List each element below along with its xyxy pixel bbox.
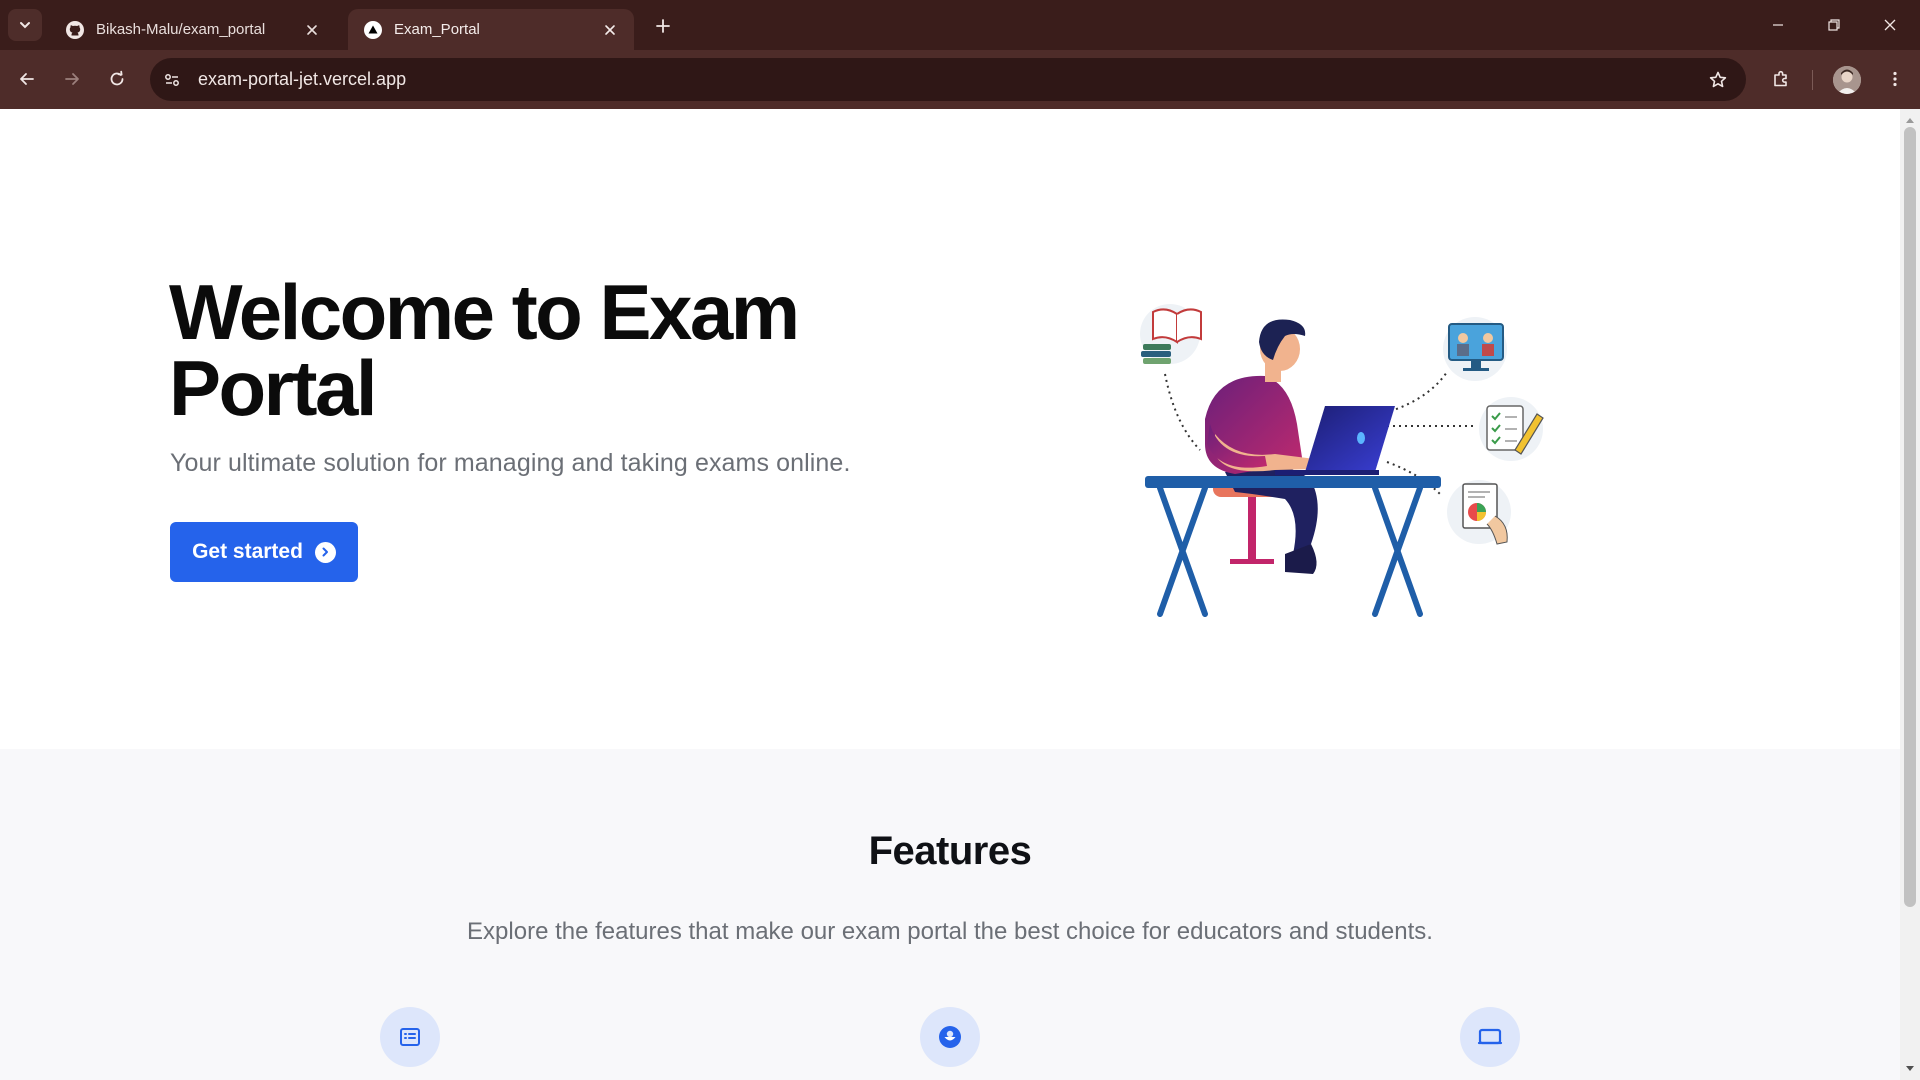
get-started-label: Get started: [192, 540, 303, 563]
url-text[interactable]: exam-portal-jet.vercel.app: [198, 69, 406, 90]
back-button[interactable]: [12, 64, 42, 94]
reload-icon: [110, 70, 124, 86]
new-tab-button[interactable]: [650, 13, 676, 39]
restore-icon: [1828, 19, 1840, 31]
tab-exam-portal[interactable]: Exam_Portal: [348, 9, 634, 50]
chevron-down-icon: [20, 22, 30, 29]
forward-button[interactable]: [57, 64, 87, 94]
scroll-up-arrow-icon[interactable]: [1905, 115, 1915, 125]
arrow-left-icon: [20, 73, 34, 85]
close-icon: [1884, 19, 1896, 31]
tab-github[interactable]: Bikash-Malu/exam_portal: [50, 9, 336, 50]
arrow-right-icon: [65, 73, 79, 85]
browser-toolbar: exam-portal-jet.vercel.app: [0, 50, 1920, 109]
close-icon[interactable]: [302, 20, 322, 40]
scrollbar-thumb[interactable]: [1904, 127, 1916, 907]
features-title: Features: [868, 829, 1032, 873]
extensions-button[interactable]: [1766, 64, 1796, 94]
tab-search-button[interactable]: [8, 9, 42, 41]
more-vert-icon: [1893, 71, 1897, 87]
tab-title: Bikash-Malu/exam_portal: [96, 21, 266, 38]
checklist-icon: [1479, 397, 1544, 461]
restore-button[interactable]: [1806, 0, 1862, 50]
book-icon: [1140, 304, 1202, 364]
address-bar[interactable]: exam-portal-jet.vercel.app: [150, 58, 1746, 101]
list-icon: [400, 1028, 420, 1046]
minimize-button[interactable]: [1750, 0, 1806, 50]
tune-icon: [165, 73, 179, 86]
site-info-button[interactable]: [156, 64, 188, 96]
toolbar-divider: [1812, 70, 1813, 90]
arrow-circle-right-icon: [314, 541, 336, 563]
star-icon: [1709, 71, 1727, 88]
reload-button[interactable]: [102, 64, 132, 94]
feature-list-badge: [380, 1007, 440, 1067]
tab-title: Exam_Portal: [394, 21, 480, 38]
scroll-down-arrow-icon[interactable]: [1905, 1064, 1915, 1074]
page-viewport: Welcome to Exam Portal Your ultimate sol…: [0, 109, 1900, 1080]
minimize-icon: [1773, 24, 1783, 26]
features-section: Features Explore the features that make …: [0, 749, 1900, 1080]
hero-subtitle: Your ultimate solution for managing and …: [170, 449, 851, 477]
github-icon: [64, 19, 86, 41]
plus-icon: [656, 19, 670, 33]
hero-section: Welcome to Exam Portal Your ultimate sol…: [0, 109, 1900, 749]
features-subtitle: Explore the features that make our exam …: [467, 918, 1433, 945]
avatar-icon: [1833, 66, 1861, 94]
browser-menu-button[interactable]: [1880, 64, 1910, 94]
get-started-button[interactable]: Get started: [170, 522, 358, 582]
feature-monitor-badge: [1460, 1007, 1520, 1067]
monitor-icon: [1477, 1028, 1503, 1045]
puzzle-icon: [1774, 70, 1787, 87]
video-call-icon: [1443, 317, 1507, 381]
hero-title: Welcome to Exam Portal: [169, 268, 800, 432]
user-circle-icon: [939, 1026, 961, 1048]
report-chart-icon: [1447, 480, 1511, 545]
page-scrollbar[interactable]: [1900, 109, 1920, 1080]
browser-tab-bar: Bikash-Malu/exam_portal Exam_Portal: [0, 0, 1920, 50]
profile-avatar[interactable]: [1833, 66, 1861, 94]
hero-illustration: [1140, 304, 1544, 617]
close-icon[interactable]: [600, 20, 620, 40]
bookmark-button[interactable]: [1704, 66, 1732, 94]
feature-user-badge: [920, 1007, 980, 1067]
close-window-button[interactable]: [1862, 0, 1918, 50]
vercel-icon: [362, 19, 384, 41]
